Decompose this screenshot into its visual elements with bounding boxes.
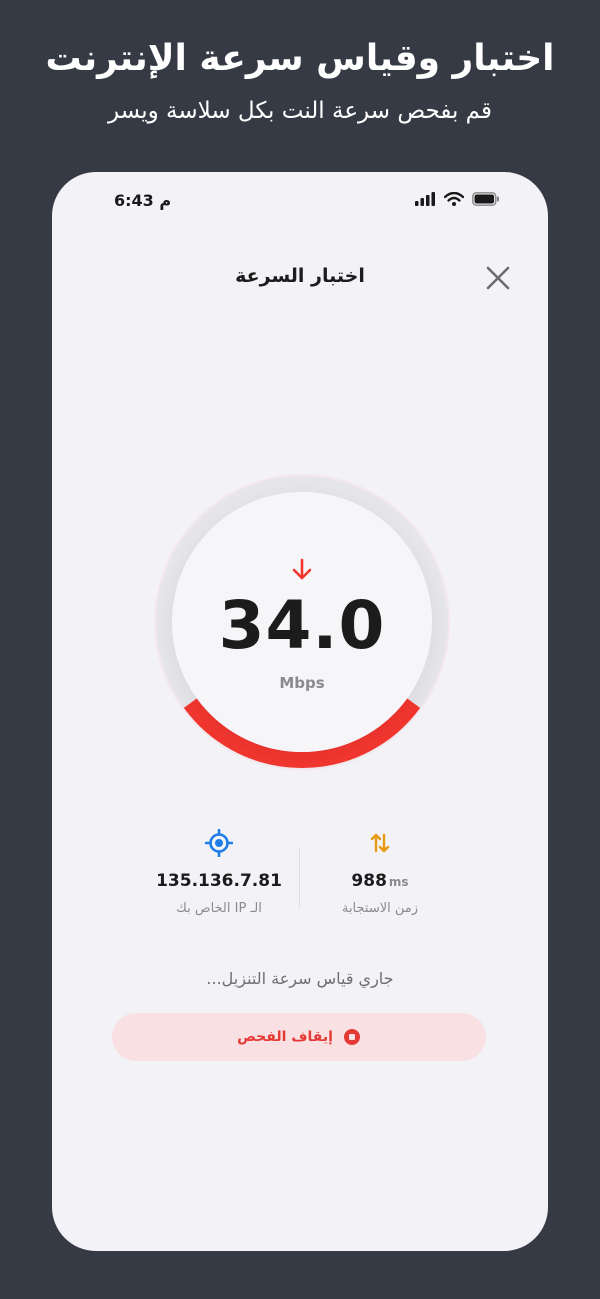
stop-button-label: إيقاف الفحص xyxy=(237,1029,333,1045)
speed-unit: Mbps xyxy=(279,674,325,692)
ping-unit: ms xyxy=(388,875,409,889)
signal-icon xyxy=(415,192,435,206)
stop-test-button[interactable]: إيقاف الفحص xyxy=(112,1013,486,1061)
ping-label: زمن الاستجابة xyxy=(341,901,419,916)
close-icon xyxy=(486,266,510,290)
download-arrow-icon xyxy=(289,557,315,587)
status-icons xyxy=(414,192,500,206)
up-down-arrows-icon xyxy=(370,833,390,853)
test-progress-text: جاري قياس سرعة التنزيل... xyxy=(206,969,394,988)
wifi-icon xyxy=(444,192,464,206)
status-time: 6:43 م xyxy=(114,191,172,210)
ping-value: 988 ms xyxy=(280,871,480,891)
close-button[interactable] xyxy=(484,264,512,292)
speed-gauge: 34.0 Mbps xyxy=(142,462,462,782)
battery-icon xyxy=(472,192,499,206)
phone-screen: 6:43 م اختبار السرعة 34.0 Mbps 135.136.7… xyxy=(52,172,548,1251)
ping-stat: 988 ms زمن الاستجابة xyxy=(280,827,480,916)
stop-icon xyxy=(343,1029,360,1045)
promo-title: اختبار وقياس سرعة الإنترنت xyxy=(45,38,555,79)
page-title: اختبار السرعة xyxy=(235,265,365,287)
ping-number: 988 xyxy=(351,871,387,891)
promo-subtitle: قم بفحص سرعة النت بكل سلاسة ويسر xyxy=(107,98,492,124)
location-target-icon xyxy=(205,829,233,857)
speed-value: 34.0 xyxy=(218,587,386,664)
